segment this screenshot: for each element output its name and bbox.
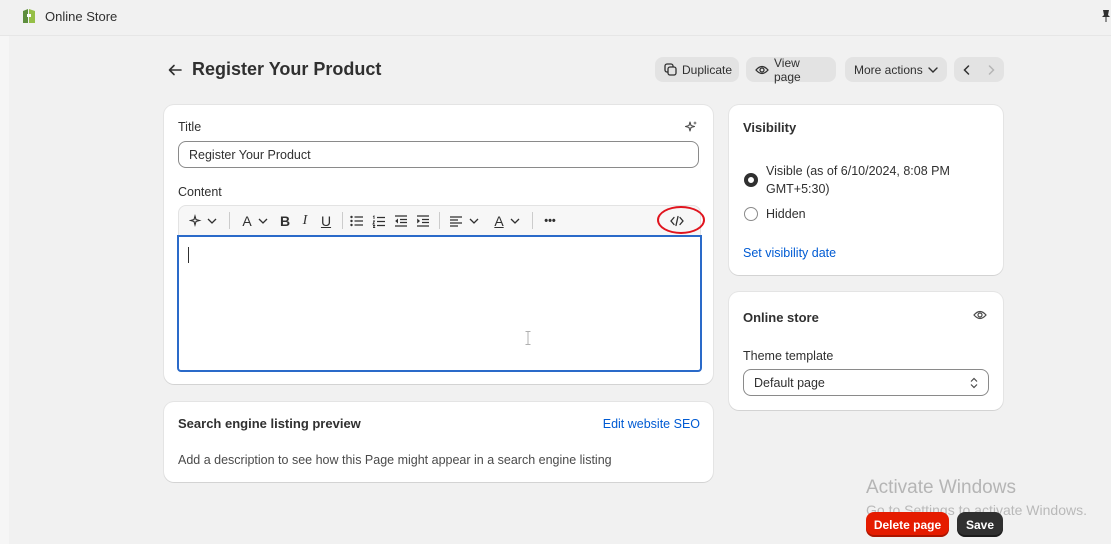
ibeam-cursor-icon [525, 331, 531, 345]
duplicate-icon [664, 63, 677, 76]
visible-radio[interactable] [744, 173, 758, 187]
alignment-dropdown[interactable] [447, 212, 481, 230]
chevron-right-icon [988, 64, 995, 75]
outdent-icon [395, 215, 407, 227]
online-store-heading: Online store [743, 310, 819, 325]
italic-icon: I [302, 213, 308, 228]
bullet-list-button[interactable] [349, 212, 365, 230]
seo-description: Add a description to see how this Page m… [178, 453, 612, 467]
more-actions-button[interactable]: More actions [845, 57, 947, 82]
bold-button[interactable]: B [277, 212, 293, 230]
bold-icon: B [279, 213, 291, 229]
ai-sparkle-icon [189, 214, 202, 228]
content-editor[interactable] [177, 235, 702, 372]
more-icon: ••• [544, 215, 556, 227]
shopify-bag-icon [23, 9, 35, 23]
visibility-heading: Visibility [743, 120, 797, 135]
numbered-list-button[interactable] [371, 212, 387, 230]
save-button[interactable]: Save [957, 512, 1003, 537]
set-visibility-date-link[interactable]: Set visibility date [743, 246, 836, 260]
toolbar-divider [532, 212, 533, 229]
select-arrows-icon [970, 377, 978, 388]
seo-preview-card: Search engine listing preview Edit websi… [164, 402, 713, 482]
visibility-card: Visibility Visible (as of 6/10/2024, 8:0… [729, 105, 1003, 275]
previous-page-button[interactable] [954, 57, 979, 82]
eye-icon[interactable] [973, 309, 987, 321]
align-left-icon [450, 215, 462, 227]
top-bar-divider [0, 35, 1111, 36]
online-store-card: Online store Theme template Default page [729, 292, 1003, 410]
ai-sparkle-icon[interactable] [684, 120, 698, 134]
toolbar-divider [342, 212, 343, 229]
edit-seo-link[interactable]: Edit website SEO [603, 417, 700, 431]
text-cursor [188, 247, 189, 263]
theme-template-value: Default page [754, 375, 825, 390]
visible-label: Visible (as of 6/10/2024, 8:08 PM GMT+5:… [766, 164, 950, 196]
chevron-down-icon [469, 218, 479, 224]
bullet-list-icon [350, 215, 363, 227]
title-label: Title [178, 120, 202, 134]
sidebar-edge [0, 36, 9, 544]
back-arrow-icon[interactable] [167, 62, 183, 78]
next-page-button[interactable] [979, 57, 1004, 82]
app-name: Online Store [45, 9, 118, 24]
font-style-dropdown[interactable]: A [237, 212, 273, 230]
top-bar: Online Store [0, 0, 1111, 36]
more-formatting-button[interactable]: ••• [541, 212, 559, 230]
editor-toolbar: A B I U A ••• [178, 205, 701, 235]
chevron-down-icon [207, 218, 217, 224]
text-color-icon: A [494, 213, 504, 229]
theme-template-label: Theme template [743, 349, 834, 363]
pin-icon[interactable] [1101, 9, 1111, 23]
toolbar-divider [439, 212, 440, 229]
eye-icon [755, 65, 769, 74]
page-title: Register Your Product [192, 59, 382, 79]
theme-template-select[interactable]: Default page [743, 369, 989, 396]
activate-windows-title: Activate Windows [866, 477, 1016, 498]
duplicate-label: Duplicate [682, 62, 733, 77]
text-color-dropdown[interactable]: A [489, 212, 525, 230]
hidden-radio[interactable] [744, 207, 758, 221]
font-icon: A [242, 213, 252, 229]
chevron-down-icon [928, 66, 938, 73]
indent-button[interactable] [415, 212, 431, 230]
chevron-down-icon [510, 218, 520, 224]
seo-heading: Search engine listing preview [178, 416, 361, 431]
content-label: Content [178, 185, 222, 199]
indent-icon [417, 215, 429, 227]
chevron-left-icon [963, 64, 970, 75]
highlight-annotation [657, 206, 705, 234]
ai-generate-dropdown[interactable] [188, 212, 218, 230]
more-actions-label: More actions [854, 62, 923, 77]
outdent-button[interactable] [393, 212, 409, 230]
view-page-label: View page [774, 55, 801, 84]
hidden-label: Hidden [766, 207, 806, 221]
page-content-card: Title Content A B I U [164, 105, 713, 384]
title-input[interactable] [178, 141, 699, 168]
underline-icon: U [320, 213, 332, 229]
view-page-button[interactable]: View page [746, 55, 836, 84]
italic-button[interactable]: I [297, 212, 313, 230]
duplicate-button[interactable]: Duplicate [655, 57, 739, 82]
underline-button[interactable]: U [318, 212, 334, 230]
delete-page-button[interactable]: Delete page [866, 512, 949, 537]
chevron-down-icon [258, 218, 268, 224]
toolbar-divider [229, 212, 230, 229]
numbered-list-icon [372, 214, 385, 228]
